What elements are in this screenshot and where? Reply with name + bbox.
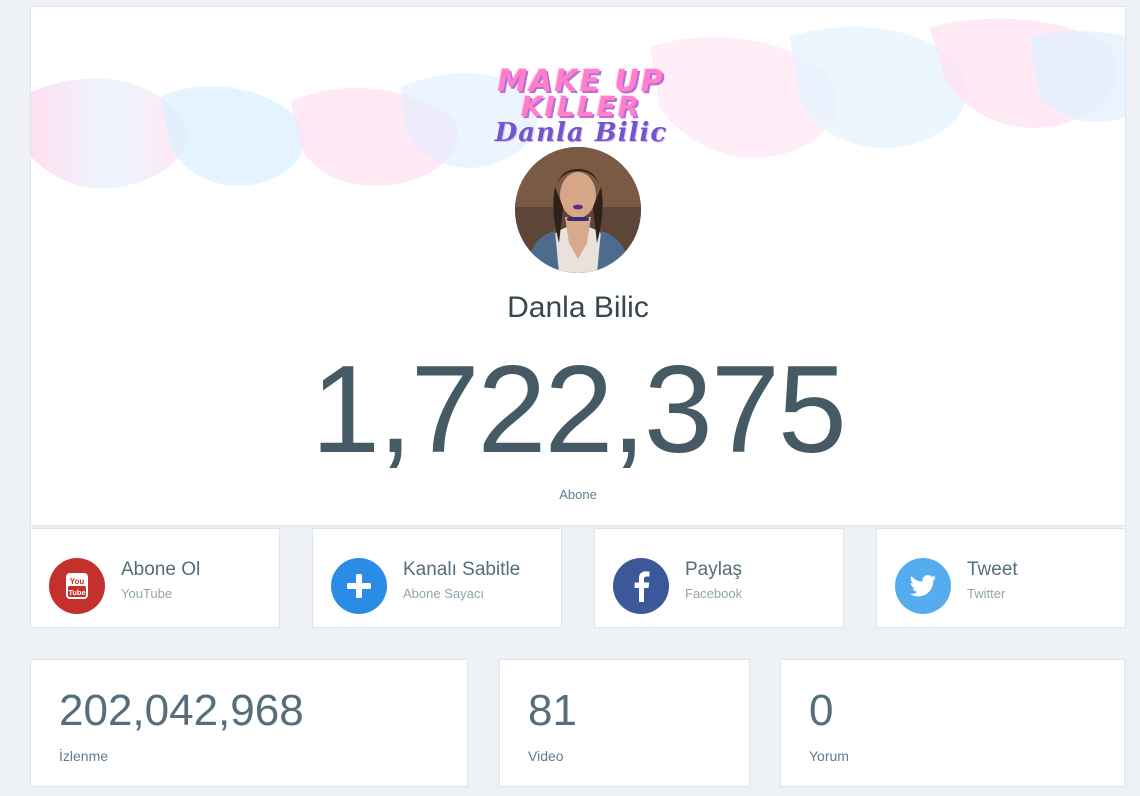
pin-channel-button[interactable]: Kanalı Sabitle Abone Sayacı xyxy=(312,528,562,628)
logo-line-2: KILLER xyxy=(520,90,642,123)
avatar-image xyxy=(515,147,641,273)
facebook-share-button[interactable]: Paylaş Facebook xyxy=(594,528,844,628)
views-stat-card: 202,042,968 İzlenme xyxy=(30,659,468,787)
videos-label: Video xyxy=(528,748,564,764)
comments-stat-card: 0 Yorum xyxy=(780,659,1125,787)
comments-label: Yorum xyxy=(809,748,849,764)
subscriber-counter-card: MAKE UP KILLER Danla Bilic Danla Bilic 1… xyxy=(30,6,1126,526)
facebook-share-button-subtitle: Facebook xyxy=(685,586,743,601)
youtube-icon-text-bottom: Tube xyxy=(68,588,85,597)
tweet-button-subtitle: Twitter xyxy=(967,586,1006,601)
youtube-icon: You Tube xyxy=(49,558,105,614)
subscriber-label: Abone xyxy=(559,487,597,502)
tweet-button-title: Tweet xyxy=(967,559,1018,580)
youtube-icon-text-top: You xyxy=(70,577,85,586)
videos-count: 81 xyxy=(528,686,577,735)
facebook-icon xyxy=(613,558,669,614)
page: MAKE UP KILLER Danla Bilic Danla Bilic 1… xyxy=(0,0,1140,796)
videos-stat-card: 81 Video xyxy=(499,659,750,787)
subscriber-count: 1,722,375 xyxy=(311,341,847,479)
subscribe-button-subtitle: YouTube xyxy=(121,586,173,601)
plus-icon xyxy=(331,558,387,614)
pin-channel-button-title: Kanalı Sabitle xyxy=(403,559,521,580)
views-label: İzlenme xyxy=(59,748,109,764)
subscribe-button[interactable]: You Tube Abone Ol YouTube xyxy=(30,528,280,628)
channel-name: Danla Bilic xyxy=(507,291,649,324)
comments-count: 0 xyxy=(809,686,834,735)
subscribe-button-title: Abone Ol xyxy=(121,559,201,580)
channel-logo: MAKE UP KILLER Danla Bilic xyxy=(441,67,721,148)
tweet-button[interactable]: Tweet Twitter xyxy=(876,528,1126,628)
logo-line-3: Danla Bilic xyxy=(494,118,668,148)
twitter-icon xyxy=(895,558,951,614)
pin-channel-button-subtitle: Abone Sayacı xyxy=(403,586,484,601)
avatar xyxy=(515,147,641,273)
views-count: 202,042,968 xyxy=(59,686,304,735)
facebook-share-button-title: Paylaş xyxy=(685,559,743,580)
